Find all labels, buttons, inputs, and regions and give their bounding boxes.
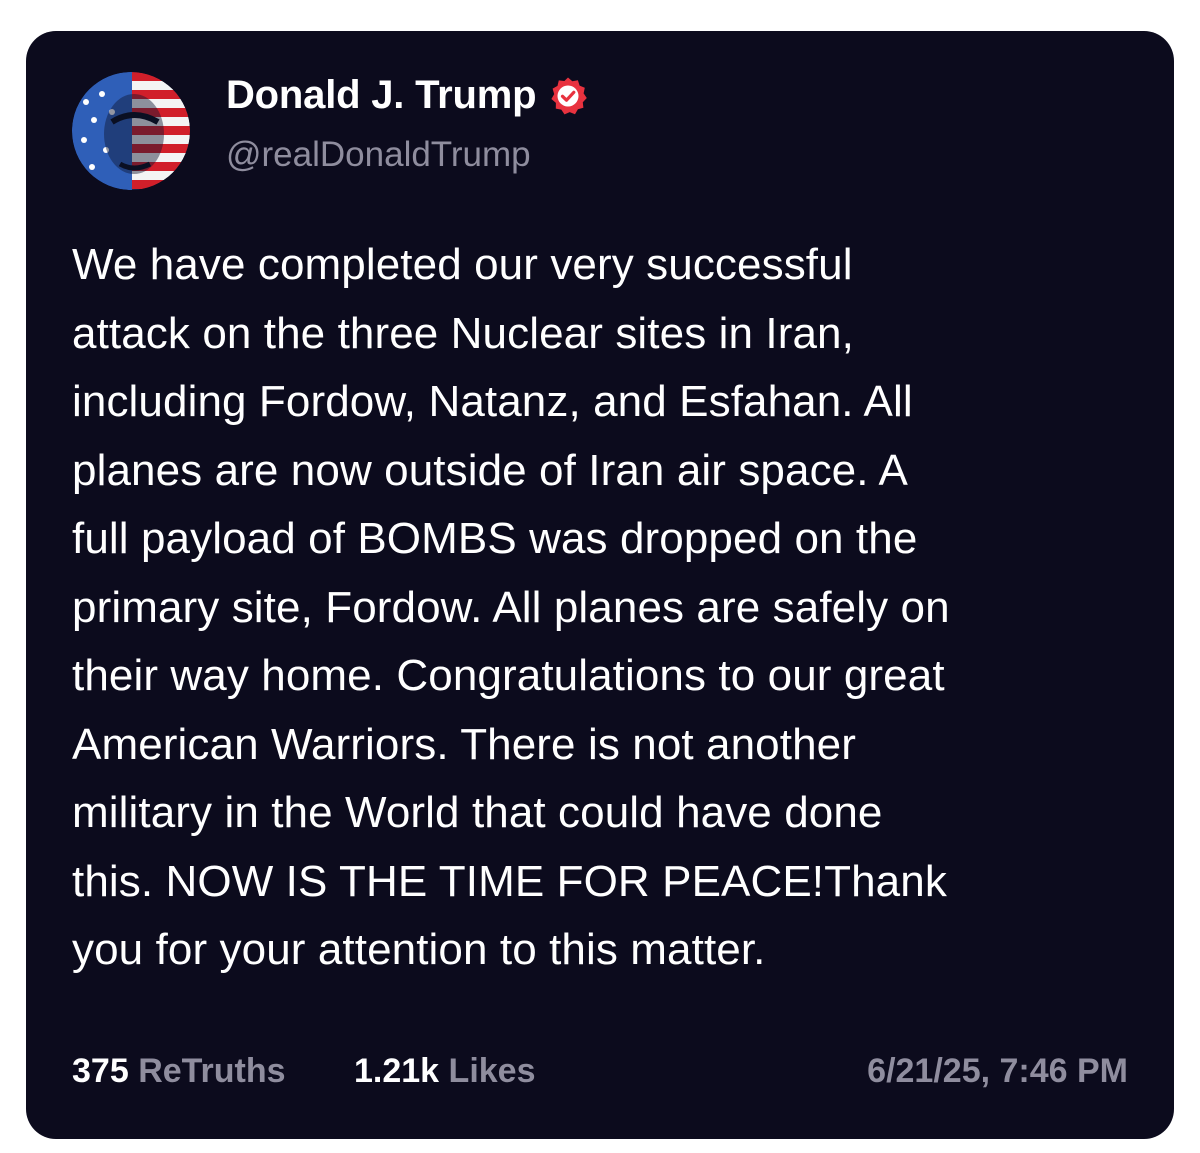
- likes-stat[interactable]: 1.21k Likes: [354, 1052, 536, 1091]
- post-footer: 375 ReTruths 1.21k Likes 6/21/25, 7:46 P…: [72, 1052, 1128, 1092]
- post-text-line: their way home. Congratulations to our g…: [72, 651, 945, 700]
- post-text-line: American Warriors. There is not another: [72, 719, 856, 769]
- post-text-line: full payload of BOMBS was dropped on the: [72, 514, 918, 563]
- post-text-line: this. NOW IS THE TIME FOR PEACE!Thank: [72, 856, 947, 906]
- retruths-stat[interactable]: 375 ReTruths: [72, 1052, 286, 1091]
- post-text-line: attack on the three Nuclear sites in Ira…: [72, 308, 854, 358]
- likes-label: Likes: [448, 1052, 536, 1090]
- post-text-line: We have completed our very successful: [72, 240, 853, 289]
- profile-avatar-icon: [72, 72, 190, 190]
- post-timestamp[interactable]: 6/21/25, 7:46 PM: [867, 1052, 1128, 1091]
- post-text-line: including Fordow, Natanz, and Esfahan. A…: [72, 377, 913, 426]
- retruths-label: ReTruths: [138, 1052, 286, 1090]
- likes-count: 1.21k: [354, 1052, 440, 1090]
- post-body: We have completed our very successful at…: [72, 231, 1152, 985]
- author-avatar[interactable]: [72, 72, 190, 190]
- post-text-line: primary site, Fordow. All planes are saf…: [72, 582, 950, 632]
- retruths-count: 375: [72, 1052, 129, 1090]
- post-card: Donald J. Trump @realDonaldTrump We have…: [26, 31, 1174, 1139]
- author-name-row: Donald J. Trump: [226, 73, 588, 118]
- post-text-line: military in the World that could have do…: [72, 788, 883, 837]
- author-name[interactable]: Donald J. Trump: [226, 73, 537, 118]
- author-handle[interactable]: @realDonaldTrump: [226, 135, 531, 175]
- post-text-line: you for your attention to this matter.: [72, 925, 766, 974]
- post-text-line: planes are now outside of Iran air space…: [72, 445, 908, 495]
- verified-badge-icon: [548, 76, 588, 116]
